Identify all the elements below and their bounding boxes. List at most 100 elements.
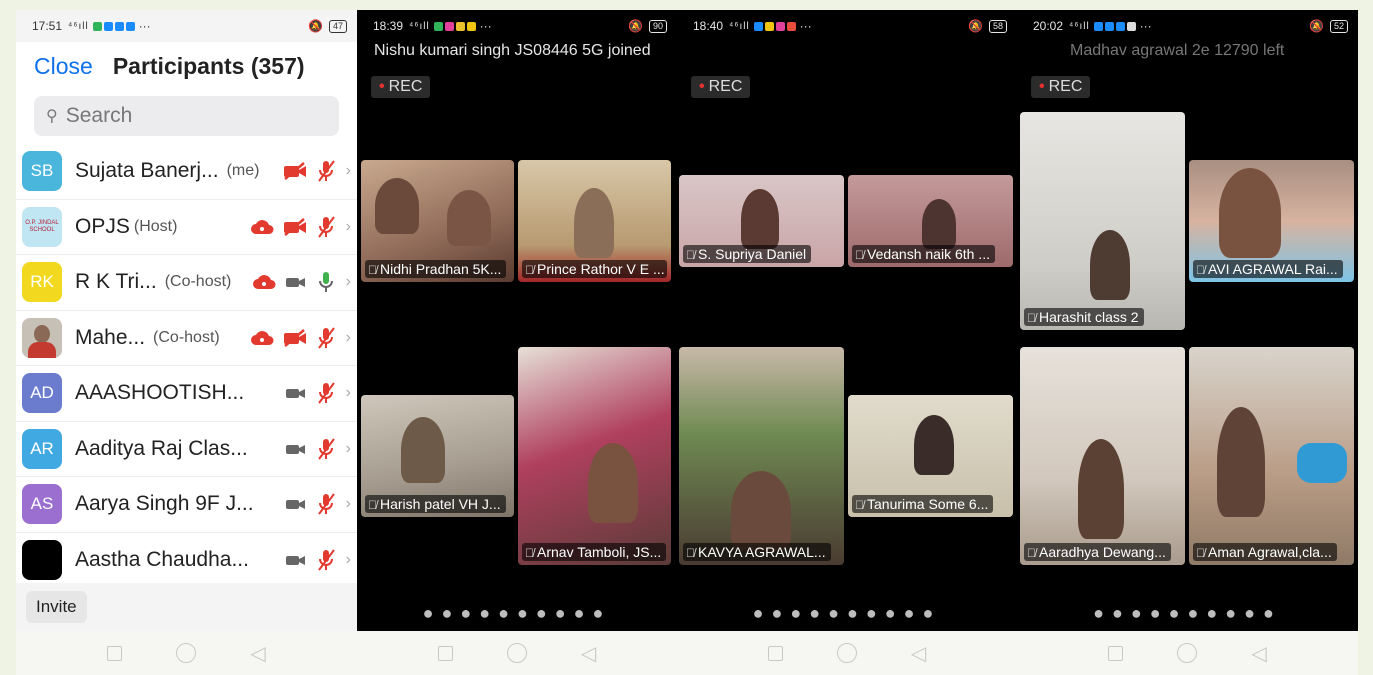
gallery-view-screen: 20:02 ⁴⁶ıll ··· 🔕 52 Madhav agrawal 2e 12…: [1017, 10, 1358, 675]
recents-button[interactable]: [107, 645, 123, 661]
close-button[interactable]: Close: [34, 53, 93, 80]
status-bar: 18:39 ⁴⁶ıll ··· 🔕 90: [357, 10, 677, 42]
video-tile[interactable]: 🎙̸ Nidhi Pradhan 5K...: [361, 160, 514, 282]
back-button[interactable]: ◁: [581, 641, 596, 666]
tile-label: 🎙̸ Tanurima Some 6...: [852, 495, 994, 513]
notification-icons: [92, 21, 135, 31]
tile-label: 🎙̸ Nidhi Pradhan 5K...: [365, 260, 507, 278]
tile-name: Aaradhya Dewang...: [1039, 544, 1166, 560]
more-notifications-icon: ···: [1139, 19, 1152, 33]
mic-muted-icon: [317, 382, 335, 404]
back-button[interactable]: ◁: [911, 641, 926, 666]
mic-muted-icon: [317, 327, 335, 349]
recents-button[interactable]: [437, 645, 453, 661]
video-tile[interactable]: 🎙̸ Vedansh naik 6th ...: [848, 175, 1013, 267]
chevron-right-icon: ›: [345, 439, 351, 457]
battery-icon: 52: [1329, 19, 1348, 33]
tile-label: 🎙̸ Aman Agrawal,cla...: [1193, 543, 1337, 561]
video-on-icon: [285, 500, 305, 510]
participant-list: SB Sujata Banerj... (me) › O.P. JINDAL S…: [16, 144, 357, 588]
chevron-right-icon: ›: [345, 273, 351, 291]
invite-button[interactable]: Invite: [26, 591, 87, 623]
home-button[interactable]: [1177, 643, 1198, 663]
video-tile[interactable]: 🎙̸ Harish patel VH J...: [361, 395, 514, 517]
mic-muted-icon: [317, 438, 335, 460]
rec-label: REC: [1048, 78, 1083, 95]
tile-name: Harish patel VH J...: [380, 496, 501, 512]
participant-row[interactable]: SB Sujata Banerj... (me) ›: [16, 144, 357, 200]
rec-dot-icon: •: [1039, 78, 1045, 95]
participants-footer: Invite: [16, 583, 357, 631]
signal-icon: ⁴⁶ıll: [409, 20, 430, 32]
avatar: AS: [22, 484, 62, 525]
back-button[interactable]: ◁: [1251, 641, 1266, 666]
recording-badge: • REC: [1031, 76, 1091, 98]
android-nav-bar: ◁: [357, 631, 677, 675]
recents-button[interactable]: [1108, 645, 1124, 661]
chevron-right-icon: ›: [345, 384, 351, 402]
video-tile[interactable]: 🎙̸ S. Supriya Daniel: [679, 175, 844, 267]
home-button[interactable]: [506, 643, 527, 663]
status-time: 17:51: [32, 19, 63, 33]
chevron-right-icon: ›: [345, 495, 351, 513]
battery-icon: 90: [648, 19, 667, 33]
mic-muted-icon: 🎙̸: [525, 263, 534, 277]
participant-role: (Co-host): [164, 273, 232, 291]
rec-dot-icon: •: [699, 78, 705, 95]
cloud-record-icon: [252, 275, 276, 290]
video-off-icon: [283, 162, 306, 181]
status-time: 18:40: [693, 19, 724, 33]
video-tile[interactable]: 🎙̸ Prince Rathor V E ...: [518, 160, 671, 282]
tile-label: 🎙̸ S. Supriya Daniel: [683, 245, 812, 263]
participant-row[interactable]: O.P. JINDAL SCHOOL OPJS (Host) ›: [16, 200, 357, 255]
mic-muted-icon: 🎙̸: [686, 546, 695, 560]
search-input[interactable]: ⚲ Search: [34, 96, 339, 136]
video-tile[interactable]: 🎙̸ Aaradhya Dewang...: [1020, 347, 1185, 565]
mic-muted-icon: 🎙̸: [855, 248, 864, 262]
signal-icon: ⁴⁶ıll: [68, 20, 89, 32]
participant-row[interactable]: RK R K Tri... (Co-host) ›: [16, 255, 357, 311]
recents-button[interactable]: [767, 645, 783, 661]
participant-row[interactable]: Aastha Chaudha... ›: [16, 533, 357, 588]
video-tile[interactable]: 🎙̸ Harashit class 2: [1020, 112, 1185, 330]
search-icon: ⚲: [46, 108, 58, 125]
mic-muted-icon: 🎙̸: [1027, 546, 1036, 560]
tile-name: Prince Rathor V E ...: [537, 261, 665, 277]
status-time: 18:39: [373, 19, 404, 33]
video-tile[interactable]: 🎙̸ Arnav Tamboli, JS...: [518, 347, 671, 565]
participant-row[interactable]: AR Aaditya Raj Clas... ›: [16, 422, 357, 477]
mic-muted-icon: 🎙̸: [855, 498, 864, 512]
mic-muted-icon: 🎙̸: [1027, 311, 1036, 325]
mic-muted-icon: [317, 493, 335, 515]
avatar: RK: [22, 262, 62, 303]
mic-muted-icon: 🎙̸: [1196, 546, 1205, 560]
page-indicator: ●●●●●●●●●●: [752, 603, 942, 623]
participant-row[interactable]: Mahe... (Co-host) ›: [16, 311, 357, 366]
cloud-record-icon: [250, 219, 274, 234]
mute-icon: 🔕: [1309, 19, 1324, 33]
leave-notification: Madhav agrawal 2e 12790 left: [1070, 42, 1285, 59]
participant-row[interactable]: AS Aarya Singh 9F J... ›: [16, 477, 357, 533]
rec-label: REC: [388, 78, 423, 95]
tile-label: 🎙̸ Prince Rathor V E ...: [522, 260, 667, 278]
recording-badge: • REC: [691, 76, 751, 98]
participant-row[interactable]: AD AAASHOOTISH... ›: [16, 366, 357, 422]
status-bar: 17:51 ⁴⁶ıll ··· 🔕 47: [16, 10, 357, 42]
avatar: AD: [22, 373, 62, 414]
video-tile[interactable]: 🎙̸ AVI AGRAWAL Rai...: [1189, 160, 1354, 282]
home-button[interactable]: [176, 643, 197, 663]
tile-label: 🎙̸ Aaradhya Dewang...: [1024, 543, 1171, 561]
mic-muted-icon: 🎙̸: [1196, 263, 1205, 277]
android-nav-bar: ◁: [677, 631, 1017, 675]
video-tile[interactable]: 🎙̸ KAVYA AGRAWAL...: [679, 347, 844, 565]
video-tile[interactable]: 🎙̸ Aman Agrawal,cla...: [1189, 347, 1354, 565]
tile-name: KAVYA AGRAWAL...: [698, 544, 826, 560]
video-tile[interactable]: 🎙̸ Tanurima Some 6...: [848, 395, 1013, 517]
tile-label: 🎙̸ AVI AGRAWAL Rai...: [1193, 260, 1343, 278]
tile-label: 🎙̸ Harish patel VH J...: [365, 495, 506, 513]
back-button[interactable]: ◁: [250, 641, 265, 666]
status-bar: 18:40 ⁴⁶ıll ··· 🔕 58: [677, 10, 1017, 42]
tile-name: Harashit class 2: [1039, 309, 1139, 325]
rec-label: REC: [708, 78, 743, 95]
home-button[interactable]: [836, 643, 857, 663]
